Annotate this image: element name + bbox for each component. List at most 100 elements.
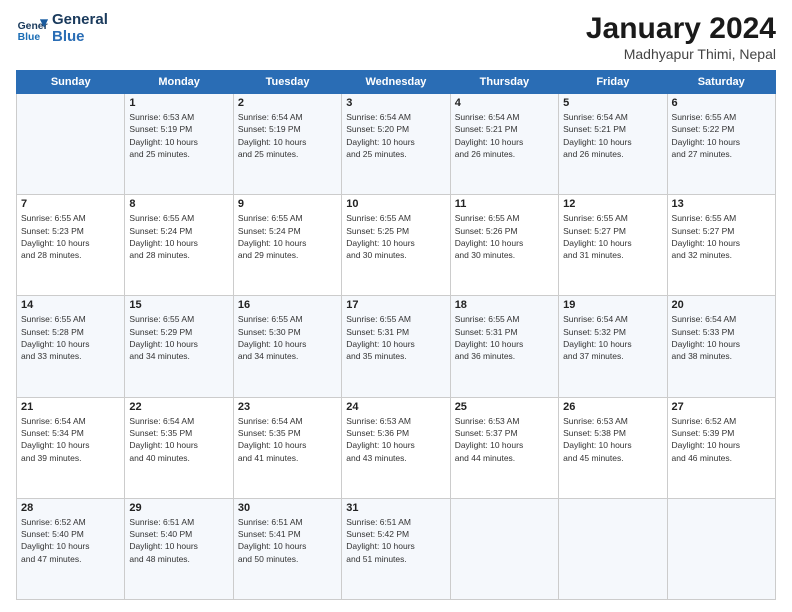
col-monday: Monday [125,71,233,94]
day-number: 2 [238,97,337,109]
col-tuesday: Tuesday [233,71,341,94]
day-info: Sunrise: 6:53 AM Sunset: 5:37 PM Dayligh… [455,415,554,464]
day-number: 30 [238,502,337,514]
day-info: Sunrise: 6:55 AM Sunset: 5:30 PM Dayligh… [238,313,337,362]
day-info: Sunrise: 6:52 AM Sunset: 5:40 PM Dayligh… [21,516,120,565]
day-cell [559,498,667,599]
day-info: Sunrise: 6:54 AM Sunset: 5:19 PM Dayligh… [238,111,337,160]
logo: General Blue General Blue [16,12,108,45]
day-number: 18 [455,299,554,311]
day-number: 5 [563,97,662,109]
week-row-4: 21 Sunrise: 6:54 AM Sunset: 5:34 PM Dayli… [17,397,776,498]
day-number: 14 [21,299,120,311]
header-row: Sunday Monday Tuesday Wednesday Thursday… [17,71,776,94]
day-info: Sunrise: 6:55 AM Sunset: 5:29 PM Dayligh… [129,313,228,362]
day-number: 28 [21,502,120,514]
title-block: January 2024 Madhyapur Thimi, Nepal [586,12,776,62]
day-info: Sunrise: 6:53 AM Sunset: 5:36 PM Dayligh… [346,415,445,464]
day-number: 6 [672,97,771,109]
day-info: Sunrise: 6:55 AM Sunset: 5:23 PM Dayligh… [21,212,120,261]
day-info: Sunrise: 6:53 AM Sunset: 5:19 PM Dayligh… [129,111,228,160]
calendar-table: Sunday Monday Tuesday Wednesday Thursday… [16,70,776,600]
week-row-5: 28 Sunrise: 6:52 AM Sunset: 5:40 PM Dayli… [17,498,776,599]
col-thursday: Thursday [450,71,558,94]
day-number: 22 [129,401,228,413]
day-cell: 29Sunrise: 6:51 AM Sunset: 5:40 PM Dayli… [125,498,233,599]
day-cell: 11Sunrise: 6:55 AM Sunset: 5:26 PM Dayli… [450,195,558,296]
day-cell: 23Sunrise: 6:54 AM Sunset: 5:35 PM Dayli… [233,397,341,498]
day-info: Sunrise: 6:55 AM Sunset: 5:31 PM Dayligh… [346,313,445,362]
day-cell: 17 Sunrise: 6:55 AM Sunset: 5:31 PM Dayli… [342,296,450,397]
day-number: 17 [346,299,445,311]
day-info: Sunrise: 6:55 AM Sunset: 5:22 PM Dayligh… [672,111,771,160]
day-info: Sunrise: 6:54 AM Sunset: 5:20 PM Dayligh… [346,111,445,160]
day-info: Sunrise: 6:54 AM Sunset: 5:35 PM Dayligh… [238,415,337,464]
day-number: 11 [455,198,554,210]
day-cell: 10Sunrise: 6:55 AM Sunset: 5:25 PM Dayli… [342,195,450,296]
col-friday: Friday [559,71,667,94]
month-year: January 2024 [586,12,776,46]
day-info: Sunrise: 6:54 AM Sunset: 5:21 PM Dayligh… [455,111,554,160]
day-number: 25 [455,401,554,413]
day-cell: 19 Sunrise: 6:54 AM Sunset: 5:32 PM Dayli… [559,296,667,397]
day-number: 4 [455,97,554,109]
day-info: Sunrise: 6:51 AM Sunset: 5:42 PM Dayligh… [346,516,445,565]
day-cell [450,498,558,599]
day-number: 13 [672,198,771,210]
day-cell: 25 Sunrise: 6:53 AM Sunset: 5:37 PM Dayli… [450,397,558,498]
day-info: Sunrise: 6:53 AM Sunset: 5:38 PM Dayligh… [563,415,662,464]
day-info: Sunrise: 6:55 AM Sunset: 5:24 PM Dayligh… [129,212,228,261]
day-info: Sunrise: 6:55 AM Sunset: 5:27 PM Dayligh… [563,212,662,261]
day-cell: 31 Sunrise: 6:51 AM Sunset: 5:42 PM Dayli… [342,498,450,599]
week-row-3: 14Sunrise: 6:55 AM Sunset: 5:28 PM Dayli… [17,296,776,397]
day-cell: 8 Sunrise: 6:55 AM Sunset: 5:24 PM Daylig… [125,195,233,296]
week-row-2: 7 Sunrise: 6:55 AM Sunset: 5:23 PM Daylig… [17,195,776,296]
day-number: 9 [238,198,337,210]
day-cell: 13 Sunrise: 6:55 AM Sunset: 5:27 PM Dayli… [667,195,775,296]
day-cell: 24 Sunrise: 6:53 AM Sunset: 5:36 PM Dayli… [342,397,450,498]
day-cell: 27 Sunrise: 6:52 AM Sunset: 5:39 PM Dayli… [667,397,775,498]
day-number: 7 [21,198,120,210]
day-cell: 5 Sunrise: 6:54 AM Sunset: 5:21 PM Daylig… [559,94,667,195]
day-cell: 21 Sunrise: 6:54 AM Sunset: 5:34 PM Dayli… [17,397,125,498]
day-cell: 2 Sunrise: 6:54 AM Sunset: 5:19 PM Daylig… [233,94,341,195]
day-number: 31 [346,502,445,514]
day-number: 21 [21,401,120,413]
day-number: 16 [238,299,337,311]
day-cell: 28 Sunrise: 6:52 AM Sunset: 5:40 PM Dayli… [17,498,125,599]
day-cell [667,498,775,599]
col-wednesday: Wednesday [342,71,450,94]
day-cell: 20Sunrise: 6:54 AM Sunset: 5:33 PM Dayli… [667,296,775,397]
day-cell: 6 Sunrise: 6:55 AM Sunset: 5:22 PM Daylig… [667,94,775,195]
day-number: 26 [563,401,662,413]
day-info: Sunrise: 6:54 AM Sunset: 5:34 PM Dayligh… [21,415,120,464]
day-number: 3 [346,97,445,109]
day-info: Sunrise: 6:55 AM Sunset: 5:27 PM Dayligh… [672,212,771,261]
day-cell: 18Sunrise: 6:55 AM Sunset: 5:31 PM Dayli… [450,296,558,397]
day-cell: 3 Sunrise: 6:54 AM Sunset: 5:20 PM Daylig… [342,94,450,195]
day-number: 29 [129,502,228,514]
day-info: Sunrise: 6:54 AM Sunset: 5:32 PM Dayligh… [563,313,662,362]
day-info: Sunrise: 6:55 AM Sunset: 5:24 PM Dayligh… [238,212,337,261]
day-cell: 12 Sunrise: 6:55 AM Sunset: 5:27 PM Dayli… [559,195,667,296]
day-cell: 14Sunrise: 6:55 AM Sunset: 5:28 PM Dayli… [17,296,125,397]
day-info: Sunrise: 6:54 AM Sunset: 5:21 PM Dayligh… [563,111,662,160]
logo-general: General [52,12,108,29]
day-cell: 30 Sunrise: 6:51 AM Sunset: 5:41 PM Dayli… [233,498,341,599]
day-number: 19 [563,299,662,311]
day-number: 20 [672,299,771,311]
logo-icon: General Blue [16,13,48,45]
day-cell: 15 Sunrise: 6:55 AM Sunset: 5:29 PM Dayli… [125,296,233,397]
day-number: 27 [672,401,771,413]
week-row-1: 1Sunrise: 6:53 AM Sunset: 5:19 PM Daylig… [17,94,776,195]
col-sunday: Sunday [17,71,125,94]
day-number: 8 [129,198,228,210]
day-number: 24 [346,401,445,413]
day-info: Sunrise: 6:52 AM Sunset: 5:39 PM Dayligh… [672,415,771,464]
day-number: 12 [563,198,662,210]
col-saturday: Saturday [667,71,775,94]
day-number: 15 [129,299,228,311]
day-cell: 4 Sunrise: 6:54 AM Sunset: 5:21 PM Daylig… [450,94,558,195]
day-cell: 26 Sunrise: 6:53 AM Sunset: 5:38 PM Dayli… [559,397,667,498]
day-info: Sunrise: 6:51 AM Sunset: 5:41 PM Dayligh… [238,516,337,565]
